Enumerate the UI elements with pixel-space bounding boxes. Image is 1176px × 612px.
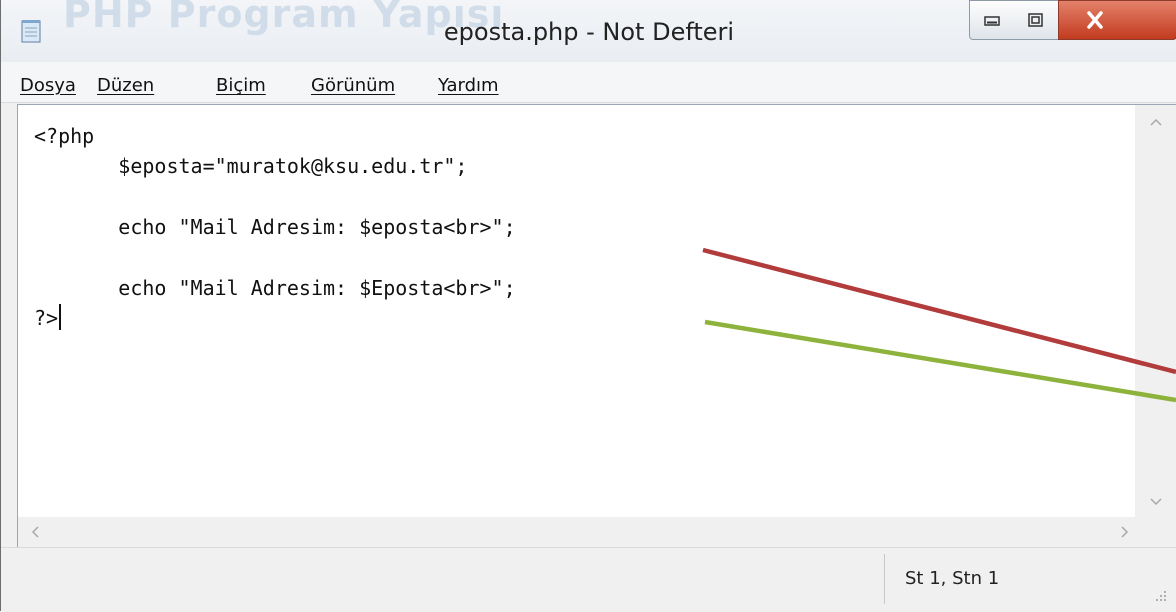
maximize-icon (1028, 13, 1043, 27)
minimize-icon (984, 16, 1000, 26)
menu-dosya[interactable]: Dosya (20, 75, 76, 96)
chevron-up-icon[interactable] (1149, 113, 1163, 131)
code-line: echo "Mail Adresim: $eposta<br>"; (34, 215, 516, 240)
vertical-scrollbar[interactable] (1135, 105, 1176, 517)
title-bar[interactable]: PHP Program Yapısı eposta.php - Not Deft… (1, 0, 1176, 62)
notepad-window: PHP Program Yapısı eposta.php - Not Deft… (0, 0, 1176, 612)
menu-gorunum[interactable]: Görünüm (311, 75, 395, 96)
text-caret (59, 304, 61, 331)
status-bar: St 1, Stn 1 (1, 547, 1176, 612)
minimize-button[interactable] (969, 0, 1015, 40)
chevron-left-icon[interactable] (30, 525, 40, 543)
menu-duzen[interactable]: Düzen (97, 75, 154, 96)
close-icon (1087, 11, 1103, 29)
chevron-down-icon[interactable] (1149, 493, 1163, 511)
cursor-position: St 1, Stn 1 (905, 568, 1000, 589)
chevron-right-icon[interactable] (1120, 525, 1130, 543)
maximize-button[interactable] (1014, 0, 1059, 40)
horizontal-scrollbar[interactable] (17, 517, 1176, 547)
close-button[interactable] (1058, 0, 1176, 40)
code-line: <?php (34, 124, 95, 148)
menu-bicim[interactable]: Biçim (216, 75, 266, 96)
status-divider (884, 554, 885, 604)
menu-yardim[interactable]: Yardım (438, 75, 499, 96)
text-editor[interactable]: <?php $eposta="muratok@ksu.edu.tr"; echo… (17, 104, 1176, 517)
code-area[interactable]: <?php $eposta="muratok@ksu.edu.tr"; echo… (34, 121, 516, 334)
code-line: ?> (34, 306, 59, 331)
code-line: $eposta="muratok@ksu.edu.tr"; (34, 154, 468, 179)
menu-bar: Dosya Düzen Biçim Görünüm Yardım (1, 62, 1176, 103)
code-line: echo "Mail Adresim: $Eposta<br>"; (34, 276, 516, 301)
resize-grip-icon[interactable] (1153, 588, 1167, 602)
